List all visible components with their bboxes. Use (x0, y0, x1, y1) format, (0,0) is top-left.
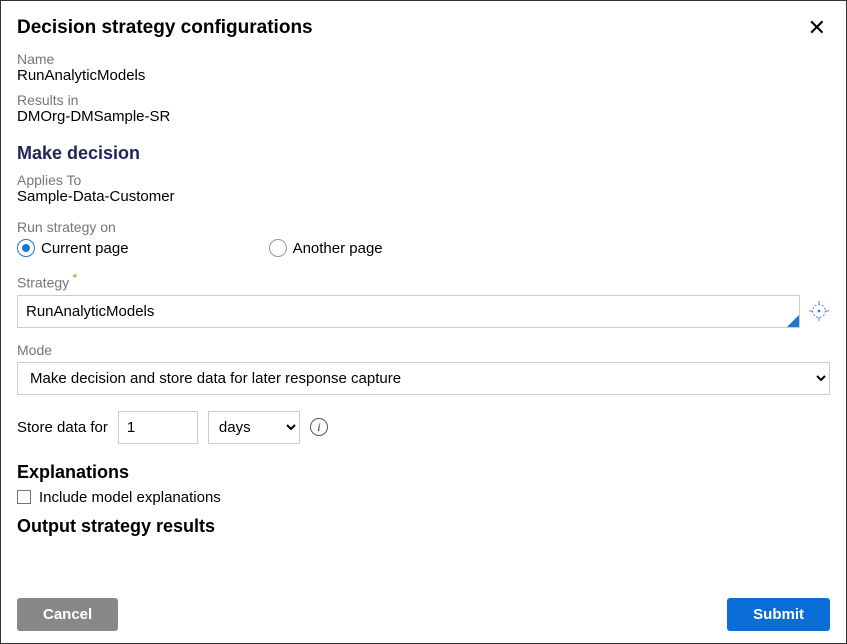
radio-current-page-label: Current page (41, 240, 129, 257)
radio-circle-icon (269, 239, 287, 257)
radio-circle-icon (17, 239, 35, 257)
run-strategy-on-label: Run strategy on (17, 219, 830, 235)
store-data-row: Store data for days i (17, 411, 830, 444)
run-strategy-radio-group: Current page Another page (17, 239, 830, 257)
crosshair-icon[interactable] (808, 300, 830, 322)
cancel-button[interactable]: Cancel (17, 598, 118, 631)
mode-label: Mode (17, 342, 830, 358)
submit-button[interactable]: Submit (727, 598, 830, 631)
store-data-input[interactable] (118, 411, 198, 444)
spacer (17, 543, 830, 573)
include-explanations-row[interactable]: Include model explanations (17, 489, 830, 506)
applies-to-value: Sample-Data-Customer (17, 188, 830, 205)
info-icon[interactable]: i (310, 418, 328, 436)
autocomplete-indicator-icon (787, 315, 799, 327)
strategy-input-wrap (17, 295, 800, 328)
name-value: RunAnalyticModels (17, 67, 830, 84)
modal-title: Decision strategy configurations (17, 17, 313, 39)
output-results-heading: Output strategy results (17, 516, 830, 537)
modal-body-scroll[interactable]: Name RunAnalyticModels Results in DMOrg-… (1, 43, 846, 573)
results-in-label: Results in (17, 92, 830, 108)
include-explanations-label: Include model explanations (39, 489, 221, 506)
results-in-value: DMOrg-DMSample-SR (17, 108, 830, 125)
radio-another-page[interactable]: Another page (269, 239, 383, 257)
modal-footer: Cancel Submit (1, 586, 846, 643)
checkbox-icon[interactable] (17, 490, 31, 504)
store-data-label: Store data for (17, 419, 108, 436)
radio-current-page[interactable]: Current page (17, 239, 129, 257)
name-label: Name (17, 51, 830, 67)
strategy-label: Strategy (17, 271, 830, 291)
radio-another-page-label: Another page (293, 240, 383, 257)
modal-header: Decision strategy configurations ✕ (1, 1, 846, 43)
strategy-input[interactable] (17, 295, 800, 328)
strategy-input-row (17, 295, 830, 328)
applies-to-label: Applies To (17, 172, 830, 188)
explanations-heading: Explanations (17, 462, 830, 483)
mode-select[interactable]: Make decision and store data for later r… (17, 362, 830, 395)
close-icon[interactable]: ✕ (804, 17, 830, 39)
store-unit-select[interactable]: days (208, 411, 300, 444)
make-decision-heading: Make decision (17, 143, 830, 164)
